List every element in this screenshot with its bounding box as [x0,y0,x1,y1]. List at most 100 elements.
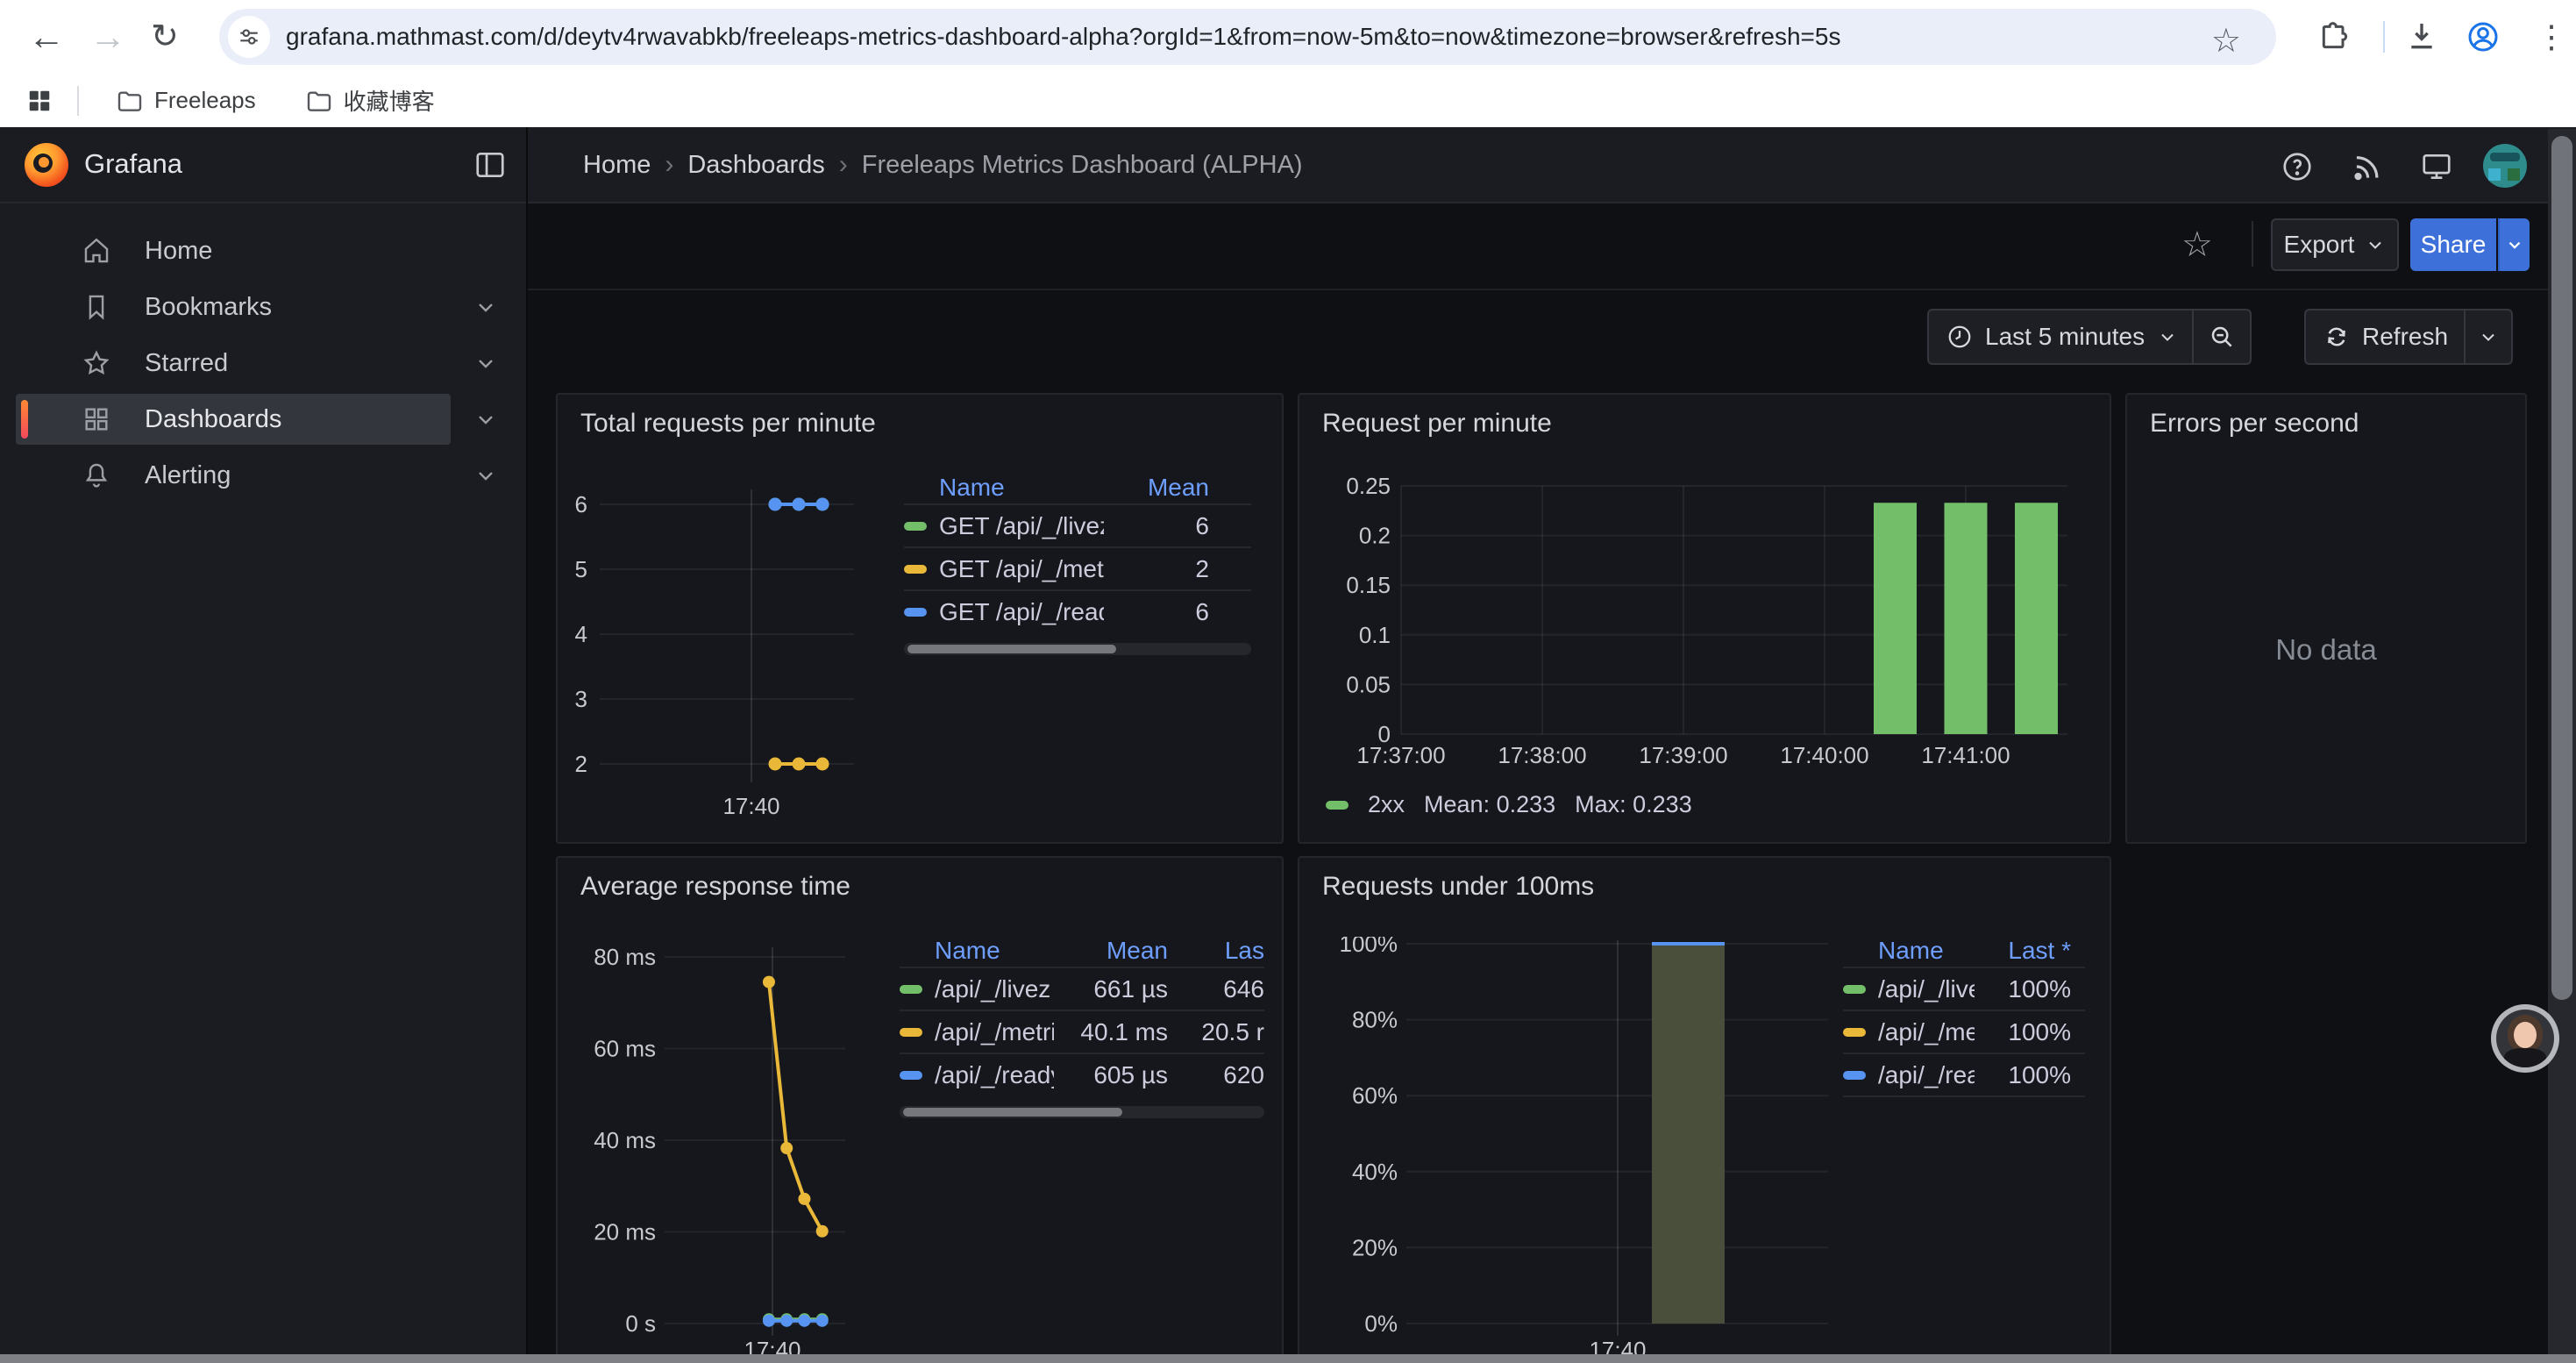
chevron-down-icon[interactable] [473,407,498,432]
bookmark-folder-freeleaps[interactable]: Freeleaps [116,87,256,115]
legend-header: Name Mean Las [900,935,1264,967]
clock-icon [1946,324,1973,350]
sidebar-item-starred[interactable]: Starred [16,338,451,389]
legend-scrollbar[interactable] [904,643,1251,655]
no-data-message: No data [2127,633,2525,667]
zoom-out-icon[interactable] [2194,324,2250,350]
bookmark-folder-blog[interactable]: 收藏博客 [305,84,435,117]
svg-text:0.2: 0.2 [1359,523,1391,549]
site-info-icon[interactable] [228,16,270,58]
svg-text:17:37:00: 17:37:00 [1356,742,1445,768]
legend-row[interactable]: GET /api/_/metrics 2 [904,546,1251,589]
refresh-interval-dropdown[interactable] [2466,326,2511,347]
line-chart: 6543217:40 [565,474,880,824]
horizontal-scrollbar[interactable] [0,1354,2576,1363]
svg-text:0.15: 0.15 [1346,572,1391,598]
bar-chart: 0.250.20.150.10.05017:37:0017:38:0017:39… [1306,474,2096,779]
breadcrumb-home[interactable]: Home [583,151,651,179]
profile-icon[interactable] [2466,19,2501,54]
series-swatch [900,1028,922,1037]
forward-icon[interactable]: → [89,0,126,74]
svg-text:60%: 60% [1352,1082,1398,1109]
help-icon[interactable] [2281,150,2314,183]
user-avatar[interactable] [2483,144,2527,188]
legend-row[interactable]: GET /api/_/livez 6 [904,503,1251,546]
series-swatch [1843,985,1866,994]
dashboards-grid-icon [81,404,112,434]
svg-text:4: 4 [575,621,587,647]
svg-text:0.05: 0.05 [1346,671,1391,697]
bar-chart: 100%80%60%40%20%0%17:40 [1306,937,1850,1363]
extensions-icon[interactable] [2316,19,2352,54]
svg-text:40%: 40% [1352,1159,1398,1185]
line-chart: 80 ms60 ms40 ms20 ms0 s17:40 [565,937,880,1363]
panel-title: Total requests per minute [580,409,876,439]
floating-assistant-avatar[interactable] [2491,1004,2559,1073]
chevron-down-icon[interactable] [473,295,498,319]
sidebar-item-label: Dashboards [145,405,281,434]
grafana-header: Grafana Home›Dashboards›Freeleaps Metric… [0,127,2576,203]
svg-text:0 s: 0 s [625,1310,656,1337]
legend-row[interactable]: /api/_/readyz 100% [1843,1053,2085,1097]
panel-errors-per-second[interactable]: Errors per second No data [2125,393,2527,844]
sidebar-item-home[interactable]: Home [16,225,451,276]
favorite-star-icon[interactable]: ☆ [2181,225,2213,265]
bookmarks-bar: Freeleaps 收藏博客 [0,74,2576,127]
svg-text:5: 5 [575,556,587,582]
time-range-picker[interactable]: Last 5 minutes [1927,309,2252,365]
browser-toolbar: ← → ↻ grafana.mathmast.com/d/deytv4rwava… [0,0,2576,74]
series-max: Max: 0.233 [1575,791,1692,818]
export-button[interactable]: Export [2271,218,2399,271]
share-button[interactable]: Share [2410,218,2496,271]
time-range-label: Last 5 minutes [1985,323,2145,351]
refresh-button[interactable]: Refresh [2304,309,2513,365]
legend-row[interactable]: /api/_/livez 661 µs 646 [900,967,1264,1010]
legend-row[interactable]: /api/_/livez 100% [1843,967,2085,1010]
share-dropdown-button[interactable] [2498,218,2530,271]
browser-menu-icon[interactable]: ⋮ [2536,0,2567,74]
url-text: grafana.mathmast.com/d/deytv4rwavabkb/fr… [286,23,1840,51]
svg-text:17:41:00: 17:41:00 [1921,742,2010,768]
sidebar-item-bookmarks[interactable]: Bookmarks [16,282,451,332]
series-swatch [1843,1028,1866,1037]
svg-text:40 ms: 40 ms [594,1127,656,1153]
sidebar: Home Bookmarks Starred Dashboards Alerti… [0,203,526,1363]
panel-legend[interactable]: 2xx Mean: 0.233 Max: 0.233 [1326,791,1692,818]
breadcrumb-dashboards[interactable]: Dashboards [687,151,824,179]
sidebar-item-label: Home [145,237,212,266]
panel-average-response-time[interactable]: Average response time 80 ms60 ms40 ms20 … [556,856,1284,1363]
apps-grid-icon[interactable] [26,88,53,114]
scrollbar-thumb[interactable] [2551,136,2572,1000]
vertical-scrollbar[interactable] [2548,129,2576,1363]
chevron-down-icon[interactable] [473,351,498,375]
legend-row[interactable]: /api/_/metrics 40.1 ms 20.5 r [900,1010,1264,1053]
legend-scrollbar[interactable] [900,1106,1264,1118]
dock-toggle-icon[interactable] [473,148,507,182]
sidebar-item-dashboards[interactable]: Dashboards [16,394,451,445]
brand-name[interactable]: Grafana [84,148,182,180]
panel-total-requests[interactable]: Total requests per minute 6543217:40 Nam… [556,393,1284,844]
chevron-down-icon[interactable] [473,463,498,488]
chevron-down-icon [2157,326,2178,347]
legend-row[interactable]: /api/_/metrics 100% [1843,1010,2085,1053]
panel-requests-under-100ms[interactable]: Requests under 100ms 100%80%60%40%20%0%1… [1298,856,2111,1363]
sidebar-item-alerting[interactable]: Alerting [16,450,451,501]
bookmark-star-icon[interactable]: ☆ [2211,21,2241,61]
back-icon[interactable]: ← [28,0,65,74]
legend-row[interactable]: GET /api/_/readyz 6 [904,589,1251,632]
svg-text:60 ms: 60 ms [594,1036,656,1062]
series-swatch [904,565,927,574]
bell-icon [81,460,112,490]
legend-row[interactable]: /api/_/readyz 605 µs 620 [900,1053,1264,1095]
monitor-icon[interactable] [2420,150,2453,183]
download-icon[interactable] [2404,19,2439,54]
panel-request-per-minute[interactable]: Request per minute 0.250.20.150.10.05017… [1298,393,2111,844]
svg-text:2: 2 [575,751,587,777]
grafana-logo[interactable] [25,143,68,187]
reload-icon[interactable]: ↻ [151,0,179,74]
bookmarks-divider [77,86,79,116]
rss-icon[interactable] [2350,150,2383,183]
series-swatch [1326,801,1348,810]
url-bar[interactable]: grafana.mathmast.com/d/deytv4rwavabkb/fr… [219,9,2276,65]
chevron-down-icon [2505,235,2524,254]
